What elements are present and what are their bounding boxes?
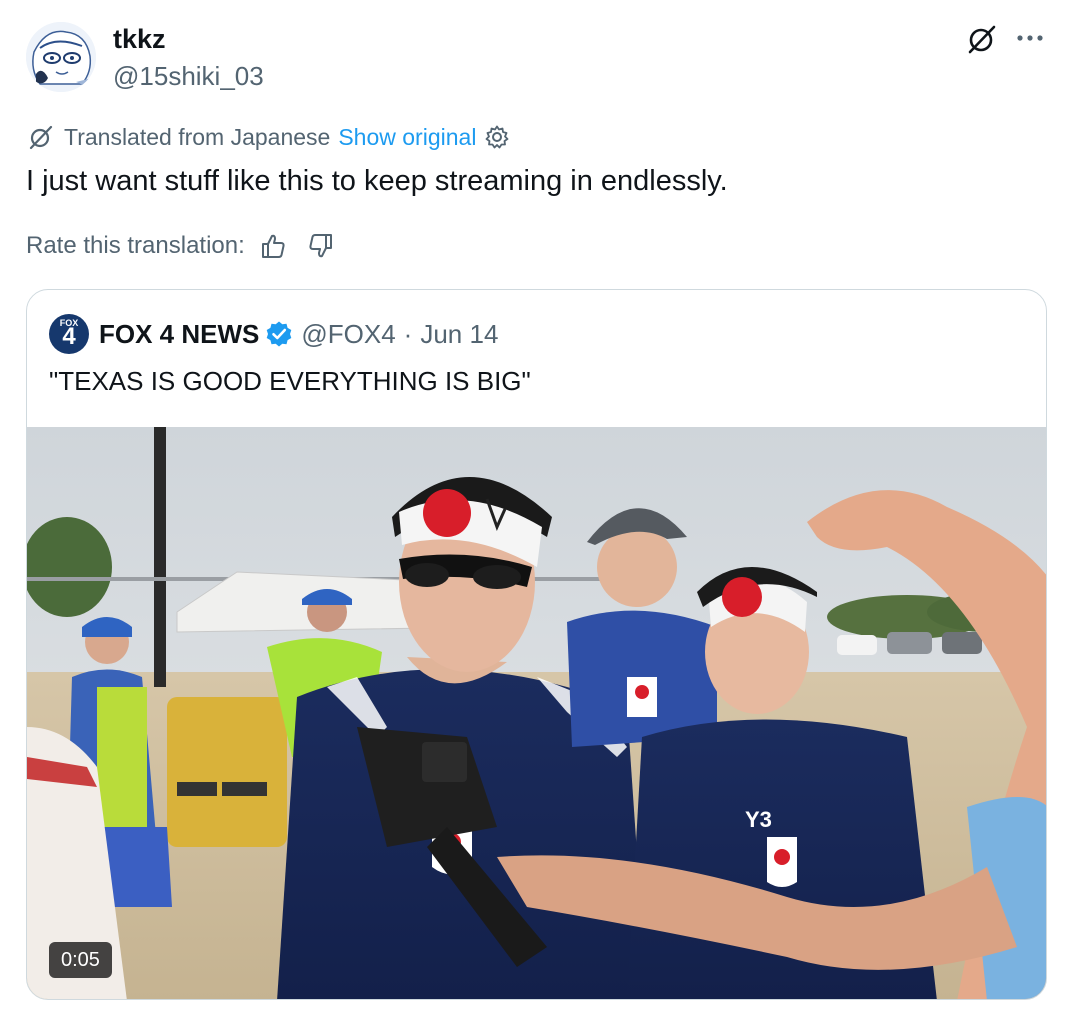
avatar[interactable] xyxy=(26,22,96,92)
rate-translation-label: Rate this translation: xyxy=(26,232,245,259)
settings-gear-icon[interactable] xyxy=(484,124,510,150)
verified-badge-icon xyxy=(265,320,293,348)
translated-from-label: Translated from Japanese xyxy=(64,123,331,150)
show-original-link[interactable]: Show original xyxy=(338,124,476,151)
tweet-text: I just want stuff like this to keep stre… xyxy=(26,165,728,197)
video-thumbnail[interactable]: Y3 xyxy=(27,427,1046,999)
tweet-header: tkkz @15shiki_03 xyxy=(26,22,1050,92)
user-info: tkkz @15shiki_03 xyxy=(113,24,264,92)
display-name[interactable]: tkkz xyxy=(113,24,264,54)
separator-dot: · xyxy=(403,318,413,349)
grok-icon[interactable] xyxy=(966,23,998,55)
rate-translation-row: Rate this translation: xyxy=(26,229,335,263)
quoted-handle[interactable]: @FOX4 xyxy=(301,319,395,350)
more-icon[interactable] xyxy=(1014,24,1046,52)
quoted-date[interactable]: Jun 14 xyxy=(420,319,498,350)
fox4-logo[interactable]: FOX 4 xyxy=(49,314,89,354)
video-duration-badge: 0:05 xyxy=(49,942,112,978)
quoted-tweet-header: FOX 4 FOX 4 NEWS @FOX4 · Jun 14 xyxy=(49,314,498,354)
jersey-text: Y3 xyxy=(745,807,772,832)
quoted-tweet-text: "TEXAS IS GOOD EVERYTHING IS BIG" xyxy=(49,366,531,396)
user-handle[interactable]: @15shiki_03 xyxy=(113,60,264,92)
thumbs-up-icon[interactable] xyxy=(259,232,287,260)
quoted-display-name[interactable]: FOX 4 NEWS xyxy=(99,319,259,350)
translation-info-row: Translated from Japanese Show original xyxy=(28,122,510,152)
translate-icon xyxy=(28,124,54,150)
thumbs-down-icon[interactable] xyxy=(307,232,335,260)
fox4-logo-number: 4 xyxy=(62,323,76,350)
quoted-tweet-card[interactable]: FOX 4 FOX 4 NEWS @FOX4 · Jun 14 "TEXAS I… xyxy=(26,289,1047,1000)
